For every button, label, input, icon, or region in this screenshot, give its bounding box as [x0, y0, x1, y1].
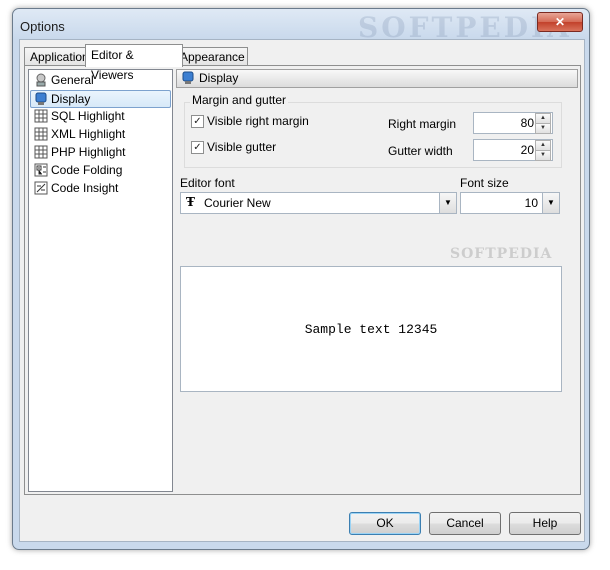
ok-button[interactable]: OK [349, 512, 421, 535]
grid-icon [34, 127, 48, 141]
font-size-combo[interactable]: 10 ▼ [460, 192, 560, 214]
tree-item-label: Code Folding [51, 163, 123, 177]
tree-item-code-folding[interactable]: Code Folding [31, 162, 170, 179]
display-icon [182, 71, 194, 84]
visible-gutter-checkbox[interactable]: ✓ [191, 141, 204, 154]
close-button[interactable]: ✕ [537, 12, 583, 32]
right-margin-value: 80 [520, 116, 534, 130]
client-area: Application Editor & Viewers Appearance … [19, 39, 585, 542]
grid-icon [34, 145, 48, 159]
tab-editor-viewers[interactable]: Editor & Viewers [85, 44, 183, 82]
font-preview: Sample text 12345 [180, 266, 562, 392]
tree-item-sql-highlight[interactable]: SQL Highlight [31, 108, 170, 125]
tree-item-code-insight[interactable]: Code Insight [31, 180, 170, 197]
tab-label: Appearance [180, 50, 245, 64]
gutter-width-spinner[interactable]: 20 ▲ ▼ [473, 139, 553, 161]
help-button[interactable]: Help [509, 512, 581, 535]
editor-font-value: Courier New [204, 196, 271, 210]
help-label: Help [532, 516, 558, 530]
gutter-width-label: Gutter width [388, 144, 453, 158]
tree-item-label: PHP Highlight [51, 145, 126, 159]
right-margin-label: Right margin [388, 117, 457, 131]
tab-label: Application [30, 50, 89, 64]
tab-label: Editor & Viewers [91, 48, 134, 82]
gutter-width-value: 20 [520, 143, 534, 157]
tree-item-label: General [51, 73, 94, 87]
check-icon: ✓ [193, 116, 202, 127]
visible-gutter-label: Visible gutter [207, 140, 277, 154]
editor-font-combo[interactable]: Ŧ Courier New ▼ [180, 192, 457, 214]
visible-right-margin-label: Visible right margin [207, 114, 309, 128]
check-icon: ✓ [193, 142, 202, 153]
right-margin-spinner[interactable]: 80 ▲ ▼ [473, 112, 553, 134]
grid-icon [34, 109, 48, 123]
tree-item-label: SQL Highlight [51, 109, 125, 123]
font-icon: Ŧ [186, 195, 195, 209]
tree-item-label: XML Highlight [51, 127, 126, 141]
group-label: Margin and gutter [190, 93, 289, 107]
tree-item-php-highlight[interactable]: PHP Highlight [31, 144, 170, 161]
chevron-down-icon[interactable]: ▼ [542, 193, 559, 213]
window-title: Options [20, 19, 65, 34]
visible-right-margin-checkbox[interactable]: ✓ [191, 115, 204, 128]
tab-appearance[interactable]: Appearance [174, 47, 248, 66]
options-window: Options SOFTPEDIA ✕ Application Editor &… [12, 8, 590, 550]
cancel-button[interactable]: Cancel [429, 512, 501, 535]
spin-down-button[interactable]: ▼ [535, 123, 551, 134]
tree-item-label: Code Insight [51, 181, 119, 195]
font-size-label: Font size [460, 176, 509, 190]
page-header: Display [176, 69, 578, 88]
category-tree[interactable]: General Display SQL Highlight XML Highli… [28, 69, 173, 492]
title-bar[interactable]: Options SOFTPEDIA ✕ [13, 9, 589, 44]
general-icon [36, 73, 46, 87]
preview-text: Sample text 12345 [304, 322, 438, 337]
insight-icon [34, 181, 48, 195]
tree-item-label: Display [51, 92, 91, 106]
close-icon: ✕ [554, 15, 566, 29]
tree-item-display[interactable]: Display [30, 90, 171, 108]
ok-label: OK [376, 516, 394, 530]
folding-icon [34, 163, 48, 177]
font-size-value: 10 [524, 196, 538, 210]
editor-font-label: Editor font [180, 176, 235, 190]
chevron-down-icon[interactable]: ▼ [439, 193, 456, 213]
spin-down-button[interactable]: ▼ [535, 150, 551, 161]
watermark: SOFTPEDIA [450, 246, 553, 262]
page-title: Display [199, 71, 239, 85]
tab-panel: General Display SQL Highlight XML Highli… [24, 65, 581, 495]
cancel-label: Cancel [446, 516, 484, 530]
tree-item-xml-highlight[interactable]: XML Highlight [31, 126, 170, 143]
display-icon [35, 92, 47, 105]
